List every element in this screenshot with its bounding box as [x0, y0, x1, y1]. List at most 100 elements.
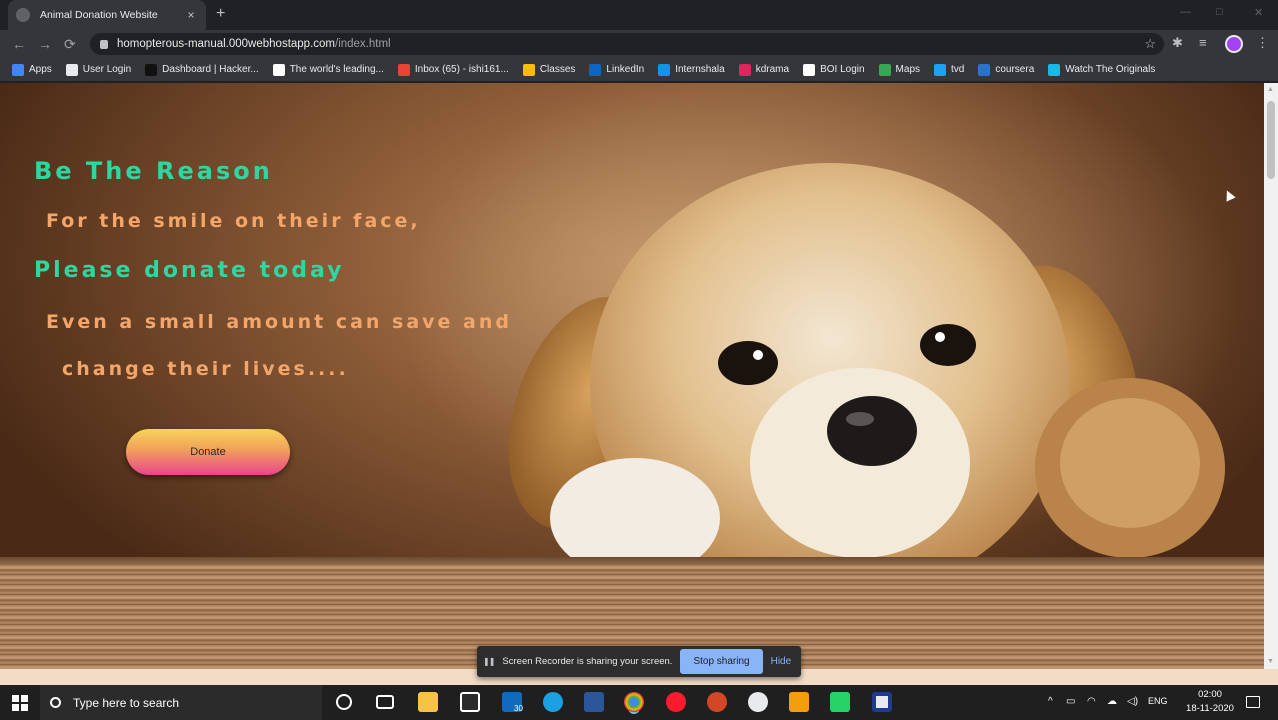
close-window-icon[interactable]: ✕: [1254, 6, 1263, 19]
bookmark-label: Apps: [29, 64, 52, 75]
bookmark-item[interactable]: The world's leading...: [272, 63, 384, 76]
language-indicator[interactable]: ENG: [1148, 696, 1168, 706]
notifications-icon[interactable]: [1246, 696, 1260, 708]
globe-icon: [16, 8, 30, 22]
bookmark-item[interactable]: LinkedIn: [589, 63, 645, 76]
clock-date: 18-11-2020: [1186, 703, 1234, 714]
extensions-icon[interactable]: ✱: [1172, 36, 1183, 50]
show-hidden-icons-icon[interactable]: ^: [1048, 696, 1053, 707]
bookmark-item[interactable]: Maps: [878, 63, 920, 76]
store-icon[interactable]: [460, 692, 480, 712]
bookmark-label: Inbox (65) - ishi161...: [414, 64, 509, 75]
hero-line-5: change their lives....: [62, 358, 349, 380]
hero-line-4: Even a small amount can save and: [46, 311, 513, 333]
bookmarks-bar: Apps User Login Dashboard | Hacker... The w…: [0, 58, 1278, 82]
bookmark-item[interactable]: kdrama: [738, 63, 790, 76]
edge-icon[interactable]: [543, 692, 563, 712]
bookmark-label: BOI Login: [820, 64, 865, 75]
bookmark-item[interactable]: Classes: [522, 63, 576, 76]
task-view-icon[interactable]: [376, 695, 394, 709]
profile-avatar[interactable]: [1225, 35, 1243, 53]
windows-start-icon[interactable]: [12, 695, 28, 711]
word-icon[interactable]: [584, 692, 604, 712]
sublime-icon[interactable]: [789, 692, 809, 712]
bookmark-item[interactable]: User Login: [65, 63, 132, 76]
bookmark-item[interactable]: coursera: [978, 63, 1035, 76]
bookmark-favicon-icon: [397, 63, 410, 76]
powerpoint-icon[interactable]: [707, 692, 727, 712]
bookmark-favicon-icon: [978, 63, 991, 76]
bookmark-label: kdrama: [755, 64, 790, 75]
taskbar-search[interactable]: Type here to search: [40, 685, 322, 720]
bookmark-item[interactable]: Internshala: [658, 63, 725, 76]
drag-handle-icon[interactable]: ❚❚: [483, 657, 495, 666]
address-bar[interactable]: homopterous-manual.000webhostapp.com /in…: [90, 33, 1164, 55]
stop-sharing-button[interactable]: Stop sharing: [680, 649, 763, 674]
donate-button[interactable]: Donate: [126, 429, 290, 475]
bookmark-label: Maps: [895, 64, 920, 75]
opera-icon[interactable]: [666, 692, 686, 712]
bookmark-favicon-icon: [65, 63, 78, 76]
bookmark-label: LinkedIn: [606, 64, 645, 75]
bookmark-favicon-icon: [1048, 63, 1061, 76]
browser-tab[interactable]: Animal Donation Website ×: [8, 0, 206, 30]
bookmark-item[interactable]: tvd: [934, 63, 965, 76]
bookmark-item[interactable]: Apps: [12, 63, 52, 76]
hero-line-1: Be The Reason: [34, 157, 273, 185]
bookmark-item[interactable]: BOI Login: [803, 63, 865, 76]
page-scrollbar[interactable]: ▲ ▼: [1264, 83, 1278, 669]
scroll-down-icon[interactable]: ▼: [1267, 658, 1274, 665]
maximize-icon[interactable]: □: [1216, 6, 1223, 18]
browser-tab-strip: Animal Donation Website × + — □ ✕: [0, 0, 1278, 30]
url-path: /index.html: [335, 38, 391, 50]
scroll-up-icon[interactable]: ▲: [1267, 86, 1274, 93]
bookmark-favicon-icon: [272, 63, 285, 76]
forward-icon[interactable]: →: [38, 36, 52, 52]
clock[interactable]: 02:00 18-11-2020: [1180, 688, 1240, 716]
screen-sharing-bar: ❚❚ Screen Recorder is sharing your scree…: [477, 646, 801, 677]
bookmark-favicon-icon: [934, 63, 946, 76]
reload-icon[interactable]: ⟳: [64, 36, 76, 52]
media-control-icon[interactable]: ≡: [1199, 36, 1207, 50]
bookmark-label: Watch The Originals: [1065, 64, 1156, 75]
network-icon[interactable]: ▭: [1066, 696, 1075, 707]
file-explorer-icon[interactable]: [418, 692, 438, 712]
browser-toolbar: ← → ⟳ homopterous-manual.000webhostapp.c…: [0, 30, 1278, 58]
volume-icon[interactable]: ◁): [1127, 696, 1138, 707]
whatsapp-icon[interactable]: [830, 692, 850, 712]
page-viewport: Be The Reason For the smile on their fac…: [0, 83, 1264, 669]
wifi-icon[interactable]: ◠: [1087, 696, 1096, 707]
tab-title: Animal Donation Website: [40, 9, 158, 21]
new-tab-icon[interactable]: +: [216, 6, 225, 22]
minimize-icon[interactable]: —: [1180, 6, 1191, 18]
bookmark-star-icon[interactable]: ☆: [1144, 36, 1156, 52]
recorder-icon[interactable]: [872, 692, 892, 712]
back-icon[interactable]: ←: [12, 36, 26, 52]
bookmark-label: coursera: [995, 64, 1035, 75]
bookmark-favicon-icon: [738, 63, 751, 76]
bookmark-item[interactable]: Inbox (65) - ishi161...: [397, 63, 509, 76]
bookmark-item[interactable]: Dashboard | Hacker...: [145, 63, 259, 76]
search-placeholder: Type here to search: [73, 695, 180, 710]
bookmark-label: tvd: [951, 64, 965, 75]
cortana-icon[interactable]: [336, 694, 352, 710]
scrollbar-thumb[interactable]: [1267, 101, 1275, 179]
hero-line-2: For the smile on their face,: [46, 210, 421, 232]
menu-icon[interactable]: ⋮: [1256, 36, 1269, 50]
tab-close-icon[interactable]: ×: [184, 8, 198, 22]
bookmark-label: User Login: [82, 64, 132, 75]
app-icon[interactable]: [748, 692, 768, 712]
bookmark-favicon-icon: [522, 63, 535, 76]
bookmark-label: Dashboard | Hacker...: [162, 64, 259, 75]
bookmark-label: The world's leading...: [289, 64, 384, 75]
bookmark-favicon-icon: [589, 63, 602, 76]
clock-time: 02:00: [1198, 689, 1222, 700]
hide-button[interactable]: Hide: [771, 656, 792, 667]
bookmark-item[interactable]: Watch The Originals: [1048, 63, 1156, 76]
bookmark-favicon-icon: [803, 63, 816, 76]
chrome-icon[interactable]: [624, 692, 644, 712]
bookmark-label: Classes: [539, 64, 576, 75]
lock-icon: [100, 39, 108, 49]
onedrive-icon[interactable]: ☁: [1107, 696, 1117, 707]
bookmark-favicon-icon: [145, 63, 158, 76]
